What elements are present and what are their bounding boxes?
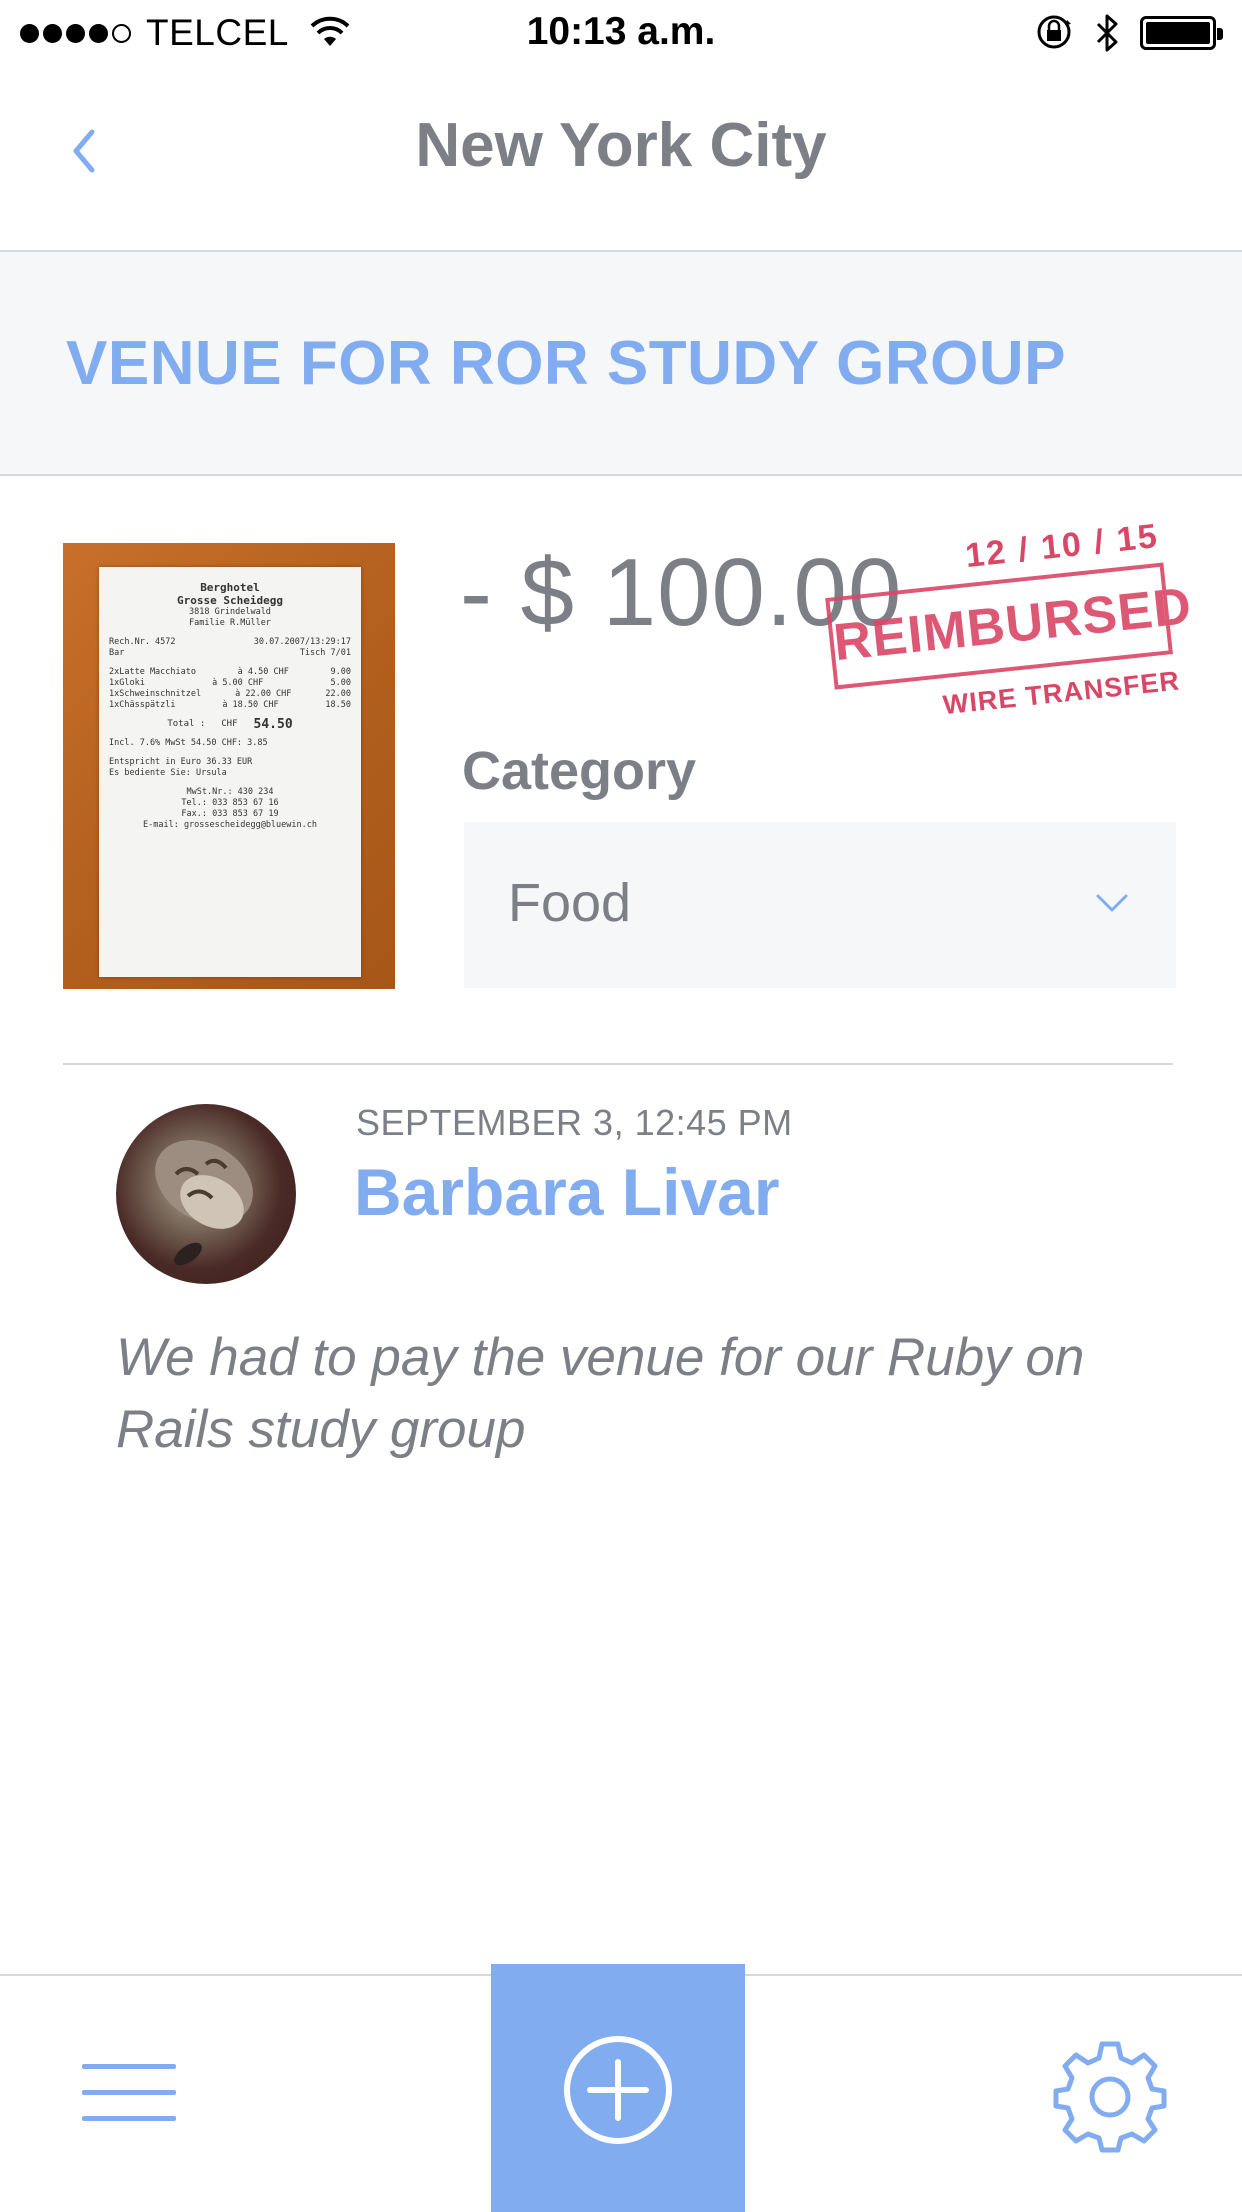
chevron-down-icon bbox=[1096, 894, 1128, 912]
receipt-server: Es bediente Sie: Ursula bbox=[109, 768, 227, 778]
receipt-item: 1xSchweinschnitzel à 22.00 CHF 22.00 bbox=[109, 689, 351, 699]
receipt-fax: Fax.: 033 853 67 19 bbox=[181, 809, 279, 819]
receipt-item: 1xChässpätzli à 18.50 CHF 18.50 bbox=[109, 700, 351, 710]
tab-bar bbox=[0, 1964, 1242, 2212]
add-expense-button[interactable] bbox=[491, 1964, 745, 2212]
expense-header: VENUE FOR ROR STUDY GROUP bbox=[0, 252, 1242, 476]
divider bbox=[63, 1063, 1173, 1065]
expense-title: VENUE FOR ROR STUDY GROUP bbox=[66, 329, 1067, 398]
rotation-lock-icon bbox=[1037, 15, 1071, 49]
hamburger-menu-icon[interactable] bbox=[82, 2056, 176, 2132]
gear-icon[interactable] bbox=[1052, 2038, 1168, 2154]
receipt-image[interactable]: Berghotel Grosse Scheidegg 3818 Grindelw… bbox=[63, 543, 395, 989]
comment-text: We had to pay the venue for our Ruby on … bbox=[116, 1328, 1085, 1459]
comment-date: SEPTEMBER 3, 12:45 PM bbox=[356, 1102, 793, 1143]
receipt-item: 2xLatte Macchiato à 4.50 CHF 9.00 bbox=[109, 667, 351, 677]
category-label: Category bbox=[462, 741, 697, 801]
receipt-phone: Tel.: 033 853 67 16 bbox=[181, 798, 279, 808]
category-dropdown[interactable]: Food bbox=[464, 822, 1176, 988]
reimbursed-stamp: 12 / 10 / 15 REIMBURSED WIRE TRANSFER bbox=[810, 512, 1195, 758]
receipt-tax: Incl. 7.6% MwSt 54.50 CHF: 3.85 bbox=[109, 738, 268, 748]
bluetooth-icon bbox=[1096, 14, 1118, 52]
page-title: New York City bbox=[415, 111, 827, 180]
status-bar: TELCEL 10:13 a.m. bbox=[0, 0, 1242, 66]
receipt-email: E-mail: grossescheidegg@bluewin.ch bbox=[143, 820, 317, 830]
receipt-header: Grosse Scheidegg bbox=[177, 594, 283, 607]
receipt-euro: Entspricht in Euro 36.33 EUR bbox=[109, 757, 253, 767]
battery-icon bbox=[1140, 16, 1223, 50]
receipt-family: Familie R.Müller bbox=[189, 618, 271, 628]
receipt-tax-number: MwSt.Nr.: 430 234 bbox=[186, 787, 274, 797]
receipt-total: Total : CHF 54.50 bbox=[167, 717, 293, 732]
navigation-bar: New York City bbox=[0, 66, 1242, 252]
avatar bbox=[116, 1104, 296, 1284]
category-value: Food bbox=[508, 873, 632, 933]
receipt-row: Rech.Nr. 4572 30.07.2007/13:29:17 bbox=[109, 637, 351, 647]
comment-author[interactable]: Barbara Livar bbox=[354, 1154, 780, 1230]
plus-circle-icon bbox=[564, 2036, 672, 2144]
receipt-paper: Berghotel Grosse Scheidegg 3818 Grindelw… bbox=[99, 567, 361, 977]
receipt-row: Bar Tisch 7/01 bbox=[109, 648, 351, 658]
receipt-item: 1xGloki à 5.00 CHF 5.00 bbox=[109, 678, 351, 688]
receipt-address: 3818 Grindelwald bbox=[189, 607, 271, 617]
cat-photo bbox=[155, 1140, 253, 1266]
receipt-header: Berghotel bbox=[200, 581, 260, 594]
